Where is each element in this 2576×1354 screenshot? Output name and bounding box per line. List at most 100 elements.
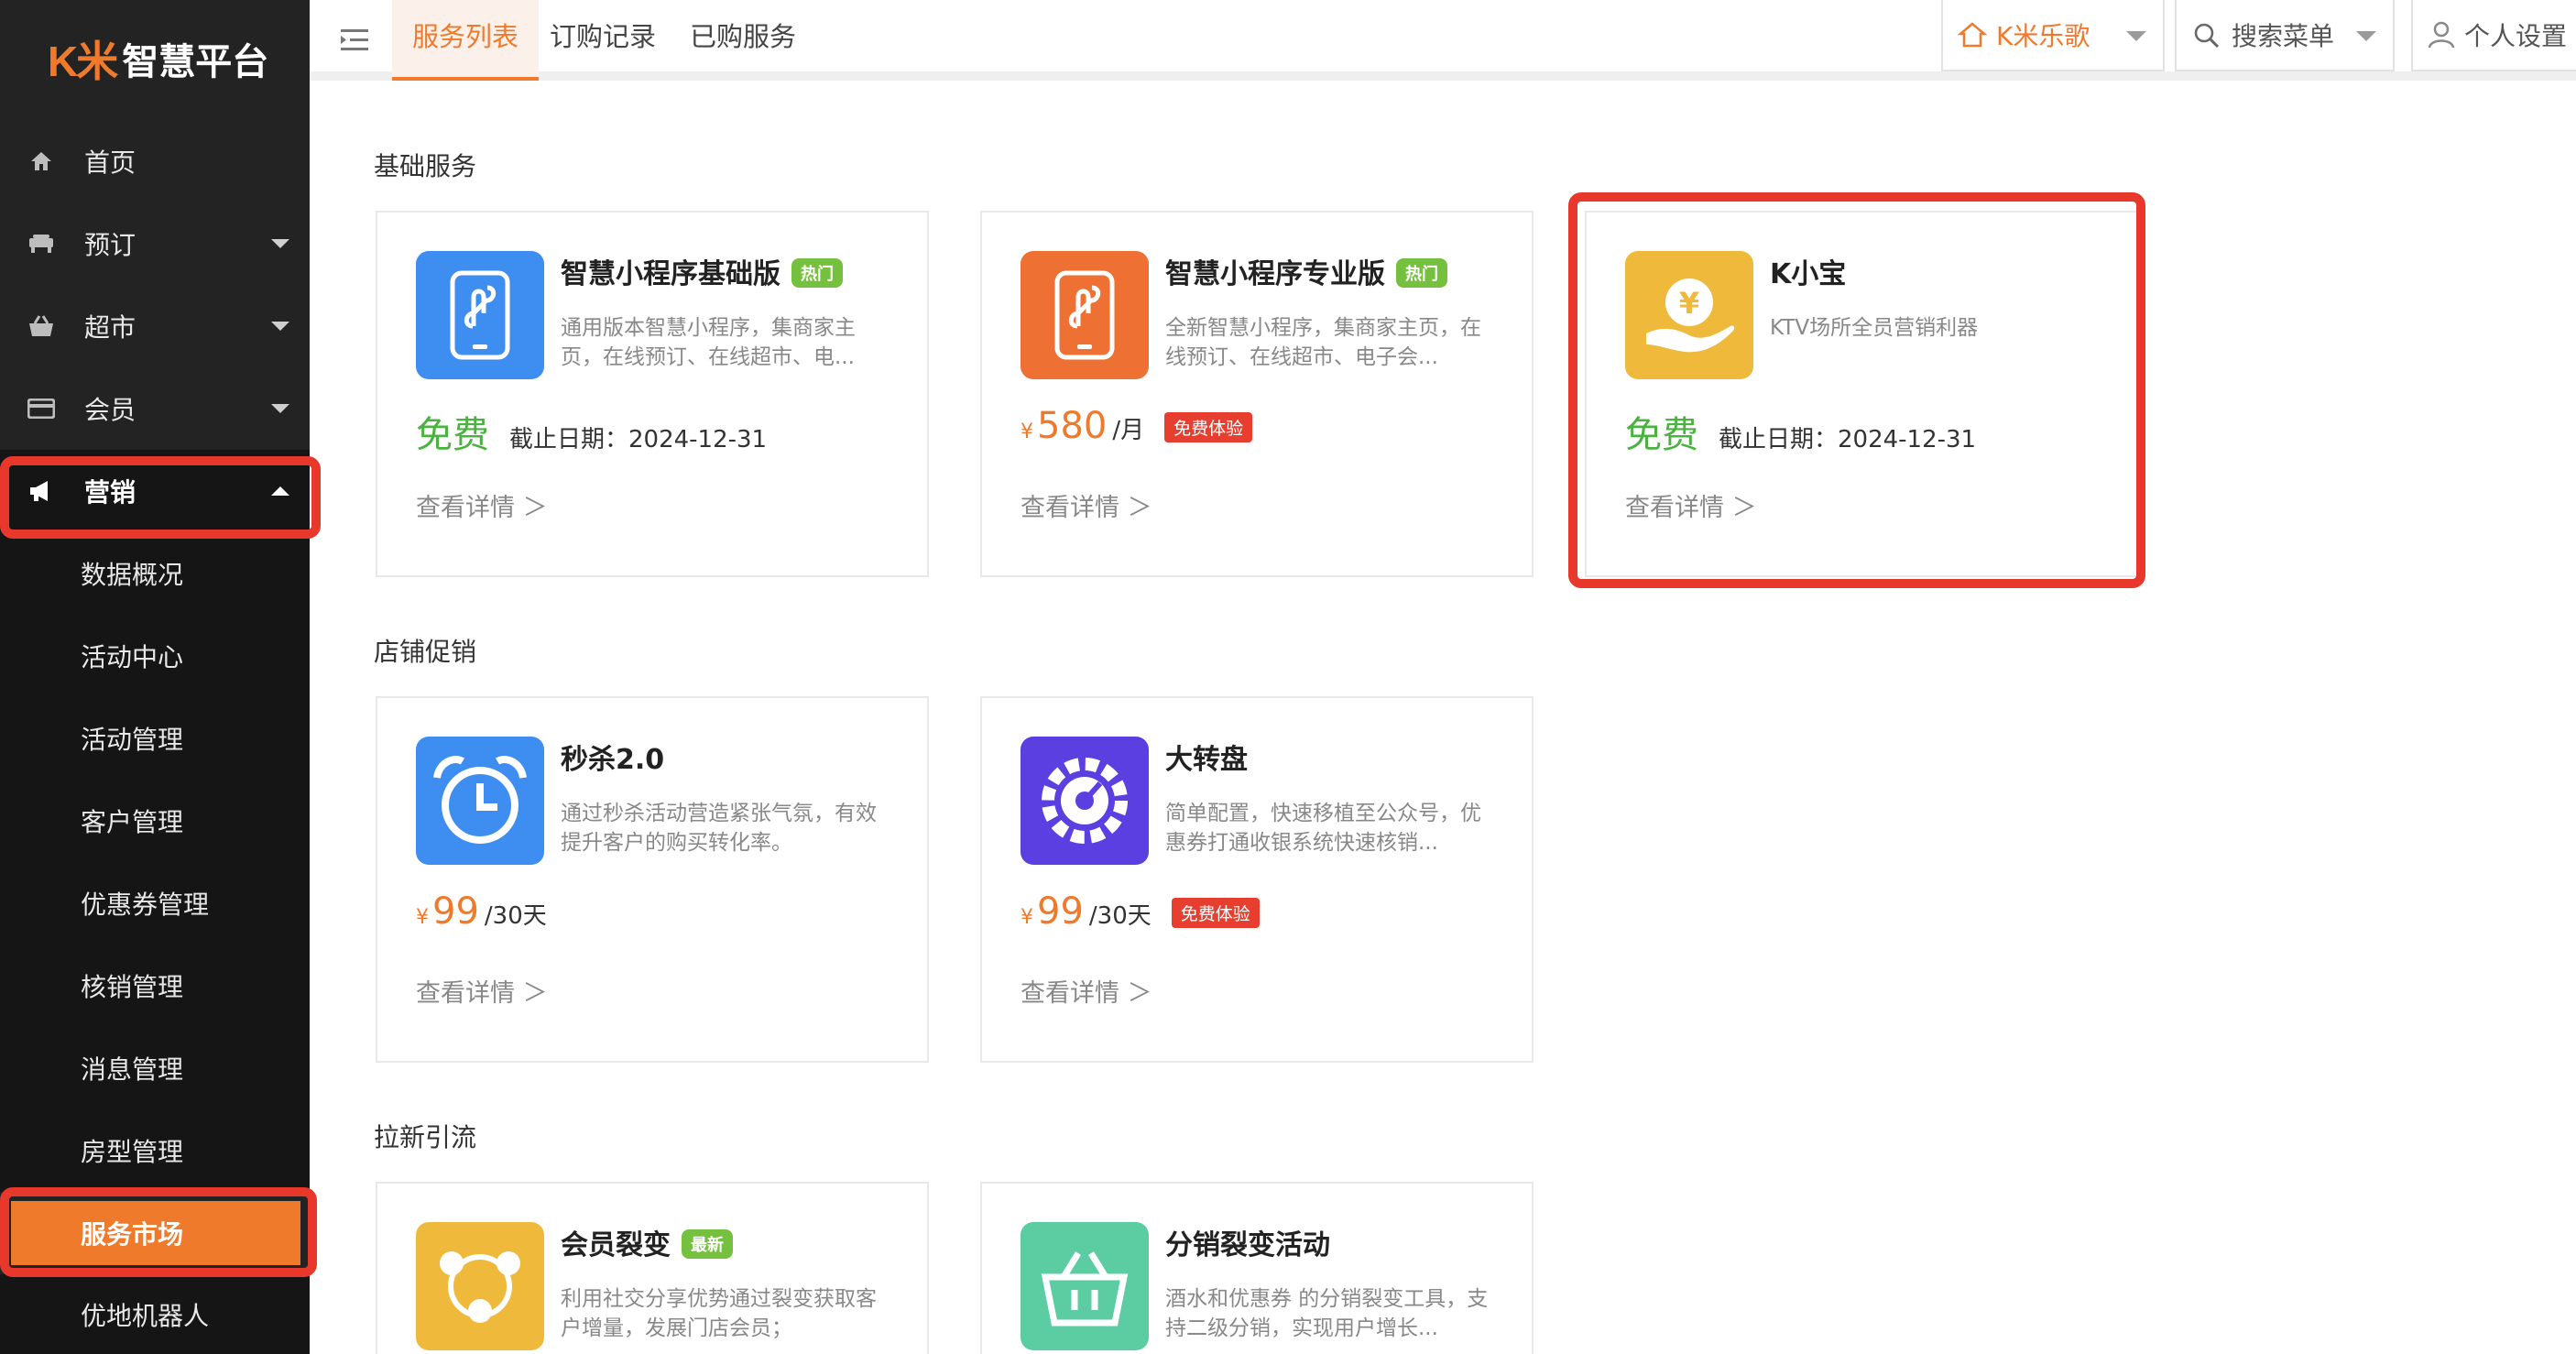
sidebar-subitem-label: 优地机器人 (81, 1300, 210, 1331)
price-line: 免费 截止日期：2024-12-31 (1625, 405, 1976, 458)
sidebar-subitem-robot[interactable]: 优地机器人 (0, 1274, 310, 1354)
basket-icon (1021, 1222, 1149, 1350)
sidebar-item-booking[interactable]: 预订 (0, 202, 310, 285)
view-details-link[interactable]: 查看详情 ＞ (1021, 973, 1152, 1009)
price: 99 (1037, 890, 1084, 933)
free-trial-badge: 免费体验 (1164, 412, 1253, 442)
sidebar-item-marketing[interactable]: 营销 (0, 450, 310, 532)
view-details-link[interactable]: 查看详情 ＞ (1021, 487, 1152, 523)
share-people-icon (416, 1222, 544, 1350)
service-card[interactable]: 智慧小程序专业版 热门 全新智慧小程序，集商家主页，在线预订、在线超市、电子会..… (980, 211, 1534, 577)
sidebar-subitem-service-market[interactable]: 服务市场 (0, 1192, 310, 1274)
service-description: 通过秒杀活动营造紧张气氛，有效提升客户的购买转化率。 (561, 802, 877, 855)
mini-program-icon (1021, 251, 1149, 379)
sidebar-subitem-label: 活动中心 (81, 642, 184, 672)
booking-icon (26, 228, 57, 259)
search-menu[interactable]: 搜索菜单 (2175, 0, 2395, 71)
free-label: 免费 (416, 414, 489, 456)
tab-order-records[interactable]: 订购记录 (550, 0, 656, 81)
sidebar-item-label: 首页 (84, 147, 136, 178)
chevron-down-icon (271, 404, 289, 413)
service-card[interactable]: 分销裂变活动 酒水和优惠券 的分销裂变工具，支持二级分销，实现用户增长... (980, 1182, 1534, 1354)
chevron-up-icon (271, 486, 289, 496)
service-name-text: 智慧小程序专业版 (1165, 258, 1385, 290)
service-description: 简单配置，快速移植至公众号，优惠券打通收银系统快速核销... (1165, 802, 1481, 855)
service-card[interactable]: ¥ K小宝 KTV场所全员营销利器 免费 截止日期：2024-12-31 查看详… (1585, 211, 2138, 577)
coin-hand-icon: ¥ (1625, 251, 1753, 379)
top-bar: 服务列表 订购记录 已购服务 K米乐歌 搜索菜单 个人设置 (310, 0, 2576, 81)
price-line: 免费 截止日期：2024-12-31 (416, 405, 767, 458)
free-label: 免费 (1625, 414, 1698, 456)
sidebar-subitem-message-management[interactable]: 消息管理 (0, 1027, 310, 1109)
service-card[interactable]: 会员裂变 最新 利用社交分享优势通过裂变获取客户增量，发展门店会员； (376, 1182, 929, 1354)
user-icon (2428, 20, 2455, 56)
logo[interactable]: K米 智慧平台 (48, 31, 268, 86)
sidebar-item-home[interactable]: 首页 (0, 120, 310, 202)
hot-badge: 热门 (1396, 257, 1447, 288)
tab-service-list[interactable]: 服务列表 (392, 0, 540, 81)
basket-icon (26, 311, 57, 342)
currency-symbol: ¥ (1021, 420, 1033, 443)
sidebar-subitem-data-overview[interactable]: 数据概况 (0, 532, 310, 615)
sidebar-subitem-label: 客户管理 (81, 807, 184, 837)
personal-settings[interactable]: 个人设置 (2411, 0, 2576, 71)
price-line: ¥ 99 /30天 免费体验 (1021, 890, 1260, 933)
wheel-icon (1021, 737, 1149, 865)
view-details-link[interactable]: 查看详情 ＞ (1625, 487, 1757, 523)
deadline: 截止日期：2024-12-31 (509, 426, 768, 453)
store-selector[interactable]: K米乐歌 (1941, 0, 2165, 71)
sidebar-subitem-label: 核销管理 (81, 972, 184, 1002)
sidebar-subitem-activity-management[interactable]: 活动管理 (0, 697, 310, 780)
view-details-link[interactable]: 查看详情 ＞ (416, 487, 548, 523)
tab-purchased-services[interactable]: 已购服务 (690, 0, 796, 81)
card-icon (26, 393, 57, 424)
sidebar-subitem-coupon-management[interactable]: 优惠券管理 (0, 862, 310, 945)
price: 99 (432, 890, 479, 933)
service-description: 通用版本智慧小程序，集商家主页，在线预订、在线超市、电... (561, 316, 856, 369)
sidebar-item-label: 会员 (84, 395, 136, 425)
service-name: 智慧小程序专业版 热门 (1165, 251, 1447, 291)
logo-mark: K米 (48, 38, 118, 85)
price-unit: /30天 (1088, 902, 1152, 930)
currency-symbol: ¥ (416, 906, 429, 929)
sidebar-subitem-activity-center[interactable]: 活动中心 (0, 615, 310, 697)
section-title-basic: 基础服务 (374, 151, 477, 181)
price: 580 (1037, 405, 1108, 447)
price-line: ¥ 580 /月 免费体验 (1021, 405, 1253, 447)
section-title-store-promotion: 店铺促销 (374, 637, 477, 667)
sidebar-subitem-label: 活动管理 (81, 725, 184, 755)
store-name: K米乐歌 (1996, 21, 2090, 51)
menu-toggle-icon[interactable] (337, 22, 374, 59)
service-name: 智慧小程序基础版 热门 (561, 251, 843, 291)
service-description: 酒水和优惠券 的分销裂变工具，支持二级分销，实现用户增长... (1165, 1287, 1489, 1340)
deadline: 截止日期：2024-12-31 (1719, 426, 1977, 453)
sidebar-subitem-room-type-management[interactable]: 房型管理 (0, 1109, 310, 1192)
service-name-text: 会员裂变 (561, 1229, 671, 1261)
service-description: 利用社交分享优势通过裂变获取客户增量，发展门店会员； (561, 1287, 877, 1340)
view-details-link[interactable]: 查看详情 ＞ (416, 973, 548, 1009)
service-card[interactable]: 智慧小程序基础版 热门 通用版本智慧小程序，集商家主页，在线预订、在线超市、电..… (376, 211, 929, 577)
personal-settings-label: 个人设置 (2464, 21, 2568, 51)
service-name: K小宝 (1770, 258, 1847, 290)
sidebar-item-supermarket[interactable]: 超市 (0, 285, 310, 367)
currency-symbol: ¥ (1021, 906, 1033, 929)
price-line: ¥ 99 /30天 (416, 890, 547, 933)
service-description: KTV场所全员营销利器 (1770, 316, 1979, 340)
service-card[interactable]: 大转盘 简单配置，快速移植至公众号，优惠券打通收银系统快速核销... ¥ 99 … (980, 696, 1534, 1063)
sidebar: K米 智慧平台 首页 预订 超市 会员 营销 数据概况 活动中心 活动管理 客户… (0, 0, 310, 1354)
sidebar-subitem-label: 数据概况 (81, 560, 184, 590)
search-menu-label: 搜索菜单 (2232, 21, 2335, 51)
service-name-text: 智慧小程序基础版 (561, 258, 780, 290)
sidebar-item-member[interactable]: 会员 (0, 367, 310, 450)
service-card[interactable]: 秒杀2.0 通过秒杀活动营造紧张气氛，有效提升客户的购买转化率。 ¥ 99 /3… (376, 696, 929, 1063)
section-title-customer-acquisition: 拉新引流 (374, 1122, 477, 1152)
price-unit: /30天 (484, 902, 547, 930)
alarm-clock-icon (416, 737, 544, 865)
sidebar-subitem-customer-management[interactable]: 客户管理 (0, 780, 310, 862)
mini-program-icon (416, 251, 544, 379)
chevron-down-icon (271, 239, 289, 248)
price-unit: /月 (1112, 417, 1145, 444)
new-badge: 最新 (682, 1228, 733, 1259)
sidebar-subitem-verification-management[interactable]: 核销管理 (0, 945, 310, 1027)
home-icon (1957, 20, 1988, 56)
